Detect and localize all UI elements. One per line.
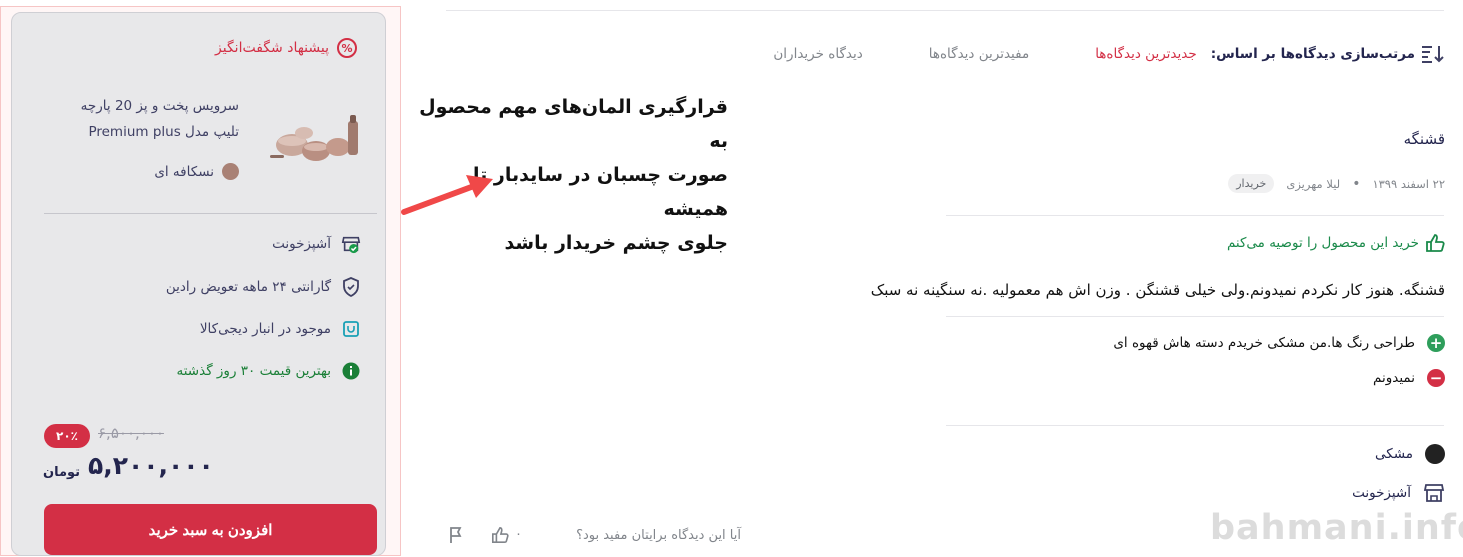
sidebar-divider	[44, 213, 377, 214]
warranty-row: گارانتی ۲۴ ماهه تعویض رادین	[166, 277, 361, 297]
recommend-text: خرید این محصول را توصیه می‌کنم	[1226, 235, 1419, 251]
seller-row[interactable]: آشپزخونت	[272, 234, 361, 254]
watermark: bahmani.info	[1210, 508, 1463, 548]
con-text: نمیدونم	[1373, 370, 1415, 386]
stock-row: موجود در انبار دیجی‌کالا	[200, 319, 361, 339]
shop-icon	[1423, 484, 1445, 502]
product-name-line1: سرویس پخت و پز 20 پارچه	[80, 98, 239, 114]
seller-name: آشپزخونت	[272, 236, 331, 252]
variant-seller: آشپزخونت	[1352, 483, 1445, 503]
annotation-line1: قرارگیری المان‌های مهم محصول به	[419, 96, 728, 152]
black-color-swatch	[1425, 444, 1445, 464]
discount-badge: ۲۰٪	[44, 424, 90, 448]
plus-icon: +	[1427, 334, 1445, 352]
sort-label-text: مرتب‌سازی دیدگاه‌ها بر اساس:	[1210, 46, 1415, 62]
variant-color-text: مشکی	[1375, 446, 1413, 462]
price: ۵,۲۰۰,۰۰۰	[88, 451, 214, 480]
con-item: − نمیدونم	[1373, 369, 1445, 387]
recommend-row: خرید این محصول را توصیه می‌کنم	[1227, 233, 1445, 253]
variant-seller-text: آشپزخونت	[1352, 485, 1411, 501]
stock-text: موجود در انبار دیجی‌کالا	[199, 321, 331, 337]
currency-label: تومان	[43, 465, 81, 480]
variant-color: مشکی	[1375, 444, 1445, 464]
like-icon[interactable]	[491, 526, 509, 544]
product-color-label: نسکافه ای	[154, 163, 214, 180]
review-date: ۲۲ اسفند ۱۳۹۹	[1372, 176, 1445, 191]
sticky-sidebar: % پیشنهاد شگفت‌انگیز سرویس پخت و پز 20 پ…	[11, 12, 386, 556]
buyer-badge: خریدار	[1228, 174, 1275, 193]
annotation-line3: جلوی چشم خریدار باشد	[504, 232, 728, 254]
sort-bar: مرتب‌سازی دیدگاه‌ها بر اساس: جدیدترین دی…	[707, 44, 1445, 64]
sort-icon	[1422, 46, 1444, 63]
amazing-offer-title: % پیشنهاد شگفت‌انگیز	[215, 38, 357, 58]
like-count: ۰	[515, 527, 522, 542]
shop-icon	[341, 234, 361, 254]
product-name[interactable]: سرویس پخت و پز 20 پارچه تلیپ مدل Premium…	[19, 93, 239, 145]
sort-label: مرتب‌سازی دیدگاه‌ها بر اساس:	[1211, 44, 1445, 64]
info-icon	[341, 361, 361, 381]
meta-separator: •	[1352, 175, 1361, 192]
best-price-text: بهترین قیمت ۳۰ روز گذشته	[176, 363, 331, 379]
annotation-arrow	[401, 175, 493, 215]
review-meta: ۲۲ اسفند ۱۳۹۹ • لیلا مهریزی خریدار	[1228, 174, 1445, 193]
review-author: لیلا مهریزی	[1286, 176, 1341, 191]
add-to-cart-button[interactable]: افزودن به سبد خرید	[44, 504, 377, 555]
helpful-question: آیا این دیدگاه برایتان مفید بود؟	[576, 528, 741, 543]
review-divider-3	[946, 425, 1444, 426]
review-title: قشنگه	[1403, 130, 1445, 148]
warranty-text: گارانتی ۲۴ ماهه تعویض رادین	[165, 279, 331, 295]
sort-option-newest[interactable]: جدیدترین دیدگاه‌ها	[1095, 46, 1197, 62]
pro-text: طراحی رنگ ها.من مشکی خریدم دسته هاش قهوه…	[1113, 335, 1415, 351]
product-thumbnail[interactable]	[270, 111, 370, 169]
review-body: قشنگه. هنوز کار نکردم نمیدونم.ولی خیلی ق…	[870, 281, 1445, 299]
report-flag-icon[interactable]	[448, 526, 464, 544]
warehouse-icon	[341, 319, 361, 339]
minus-icon: −	[1427, 369, 1445, 387]
sort-option-buyers[interactable]: دیدگاه خریداران	[773, 46, 862, 62]
pro-item: + طراحی رنگ ها.من مشکی خریدم دسته هاش قه…	[1113, 334, 1445, 352]
amazing-offer-label: پیشنهاد شگفت‌انگیز	[215, 40, 329, 56]
percent-icon: %	[337, 38, 357, 58]
color-swatch	[222, 163, 239, 180]
review-divider-2	[946, 316, 1444, 317]
old-price: ۶,۵۰۰,۰۰۰	[98, 424, 164, 442]
product-name-line2: تلیپ مدل Premium plus	[88, 124, 239, 140]
sort-option-most-helpful[interactable]: مفیدترین دیدگاه‌ها	[929, 46, 1029, 62]
review-divider	[946, 215, 1444, 216]
thumbs-up-icon	[1426, 234, 1445, 252]
shield-icon	[341, 277, 361, 297]
best-price-row[interactable]: بهترین قیمت ۳۰ روز گذشته	[176, 361, 361, 381]
top-divider	[446, 10, 1444, 11]
product-color: نسکافه ای	[154, 163, 239, 180]
